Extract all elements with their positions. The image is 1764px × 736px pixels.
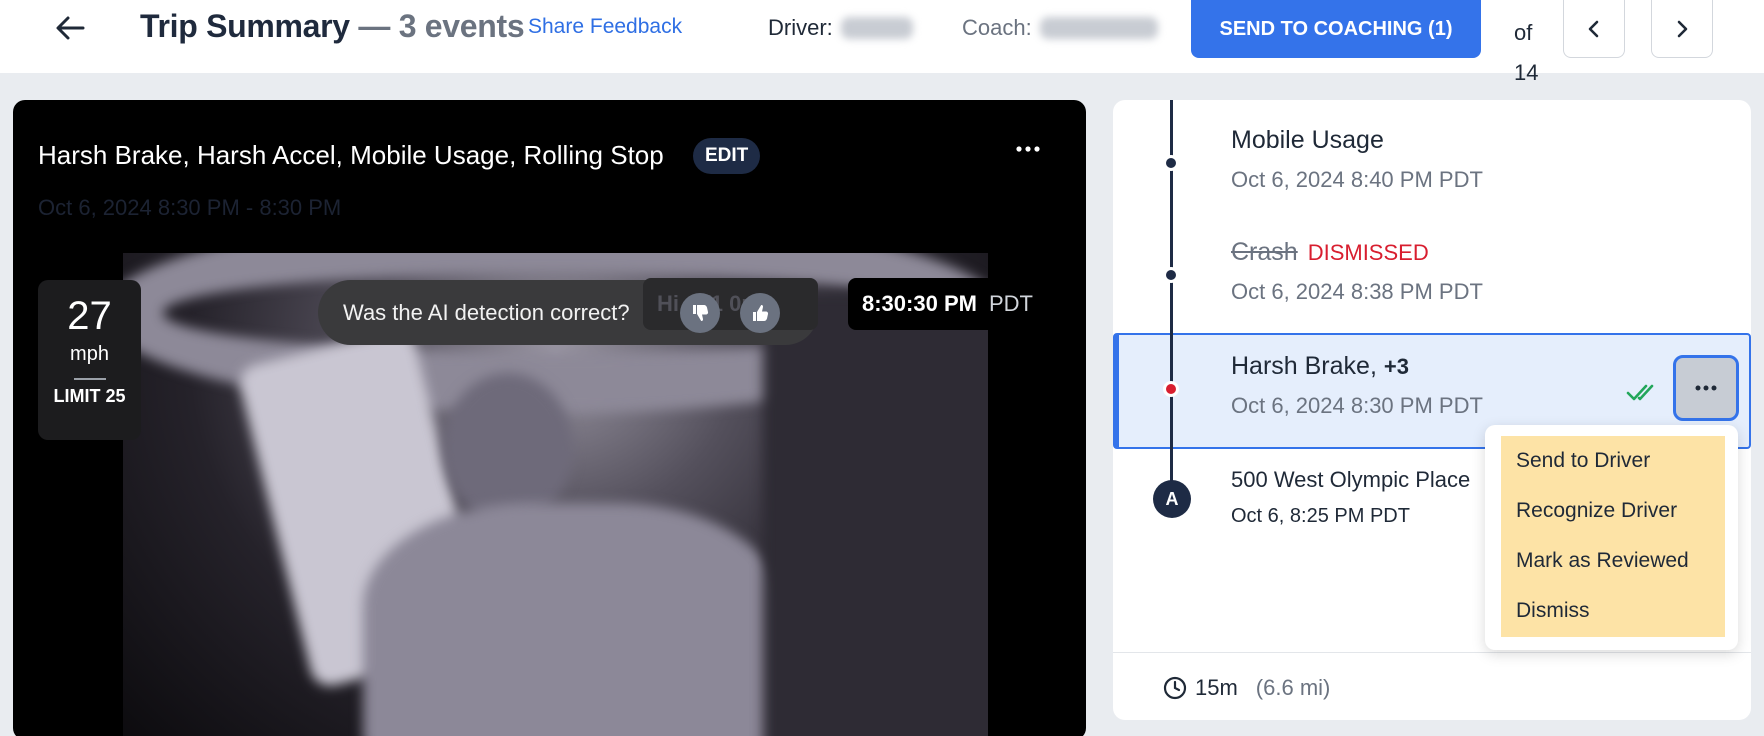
event-title: Harsh Brake, Harsh Accel, Mobile Usage, … <box>38 140 664 170</box>
timeline-dot <box>1163 155 1179 171</box>
dismissed-badge: DISMISSED <box>1307 240 1429 265</box>
footer-divider <box>1113 652 1751 653</box>
timeline-dot <box>1163 267 1179 283</box>
coach-name-redacted <box>1039 17 1158 39</box>
timeline-dot-active <box>1163 381 1179 397</box>
chevron-left-icon <box>1588 20 1599 37</box>
menu-item-mark-as-reviewed[interactable]: Mark as Reviewed <box>1501 541 1725 591</box>
event-date: Oct 6, 2024 8:30 PM PDT <box>1231 393 1483 418</box>
thumbs-down-button[interactable] <box>680 293 720 333</box>
speed-unit: mph <box>70 343 109 365</box>
speed-indicator: 27 mph LIMIT 25 <box>38 280 141 440</box>
event-name: Crash <box>1231 238 1298 266</box>
page-title: Trip Summary — 3 events <box>140 8 525 45</box>
thumbs-up-button[interactable] <box>740 293 780 333</box>
coach-info: Coach: <box>962 15 1158 41</box>
edit-button[interactable]: EDIT <box>693 138 761 174</box>
speed-value: 27 <box>67 294 112 338</box>
clock-icon <box>1163 676 1187 700</box>
next-button[interactable] <box>1651 0 1713 58</box>
video-more-button[interactable] <box>1008 132 1048 166</box>
speed-limit: LIMIT 25 <box>53 386 126 406</box>
timestamp-zone: PDT <box>988 291 1033 316</box>
timeline-event-mobile-usage[interactable]: Mobile Usage Oct 6, 2024 8:40 PM PDT <box>1231 126 1483 193</box>
back-arrow-icon <box>56 16 85 40</box>
menu-item-recognize-driver[interactable]: Recognize Driver <box>1501 491 1725 541</box>
timeline-event-harsh-brake[interactable]: Harsh Brake, +3 Oct 6, 2024 8:30 PM PDT <box>1231 352 1483 419</box>
event-name: Mobile Usage <box>1231 126 1384 154</box>
speed-divider <box>73 378 106 380</box>
driver-info: Driver: <box>768 15 913 41</box>
event-time-range: Oct 6, 2024 8:30 PM - 8:30 PM <box>38 195 342 220</box>
video-head-shape <box>443 373 573 523</box>
back-button[interactable] <box>50 10 90 46</box>
more-horizontal-icon <box>1695 385 1717 391</box>
previous-button[interactable] <box>1563 0 1625 58</box>
timeline-event-crash[interactable]: Crash DISMISSED Oct 6, 2024 8:38 PM PDT <box>1231 238 1483 305</box>
coach-label: Coach: <box>962 15 1032 40</box>
double-check-icon <box>1626 384 1654 401</box>
video-torso-shape <box>363 503 783 736</box>
more-horizontal-icon <box>1016 146 1040 152</box>
share-feedback-link[interactable]: Share Feedback <box>528 15 682 39</box>
menu-list: Send to Driver Recognize Driver Mark as … <box>1501 436 1725 637</box>
menu-item-dismiss[interactable]: Dismiss <box>1501 591 1725 641</box>
event-date: Oct 6, 2024 8:38 PM PDT <box>1231 279 1483 304</box>
header: Trip Summary — 3 events Share Feedback D… <box>0 0 1764 85</box>
send-to-coaching-button[interactable]: SEND TO COACHING (1) <box>1191 0 1481 58</box>
ai-question: Was the AI detection correct? <box>343 299 630 325</box>
pager-count: of 14 <box>1514 20 1539 85</box>
trip-distance: (6.6 mi) <box>1255 675 1331 700</box>
chevron-right-icon <box>1677 20 1688 37</box>
trip-start-location: 500 West Olympic Place Oct 6, 8:25 PM PD… <box>1231 467 1470 528</box>
event-actions-menu: Send to Driver Recognize Driver Mark as … <box>1485 425 1738 650</box>
trip-duration: 15m <box>1195 675 1238 700</box>
video-timestamp: 8:30:30 PM PDT <box>848 278 1058 330</box>
thumbs-up-icon <box>753 304 769 321</box>
event-date: Oct 6, 2024 8:40 PM PDT <box>1231 167 1483 192</box>
event-actions-button[interactable] <box>1673 355 1739 421</box>
event-count: — 3 events <box>349 8 525 44</box>
timestamp-time: 8:30:30 PM <box>862 291 977 316</box>
hidden-overlay-label: Hi s (1 0p) <box>643 278 818 330</box>
page-title-text: Trip Summary <box>140 8 350 44</box>
event-extra-count: +3 <box>1383 354 1409 379</box>
driver-label: Driver: <box>768 15 833 40</box>
menu-item-send-to-driver[interactable]: Send to Driver <box>1501 441 1725 491</box>
trip-start-marker: A <box>1153 480 1191 518</box>
video-window-shape <box>763 293 988 736</box>
thumbs-down-icon <box>693 305 709 322</box>
event-name: Harsh Brake, <box>1231 352 1377 380</box>
start-address: 500 West Olympic Place <box>1231 467 1471 492</box>
driver-name-redacted <box>840 17 913 39</box>
start-date: Oct 6, 8:25 PM PDT <box>1231 505 1410 527</box>
video-panel: Harsh Brake, Harsh Accel, Mobile Usage, … <box>13 100 1086 736</box>
trip-stats: 15m (6.6 mi) <box>1163 675 1330 701</box>
